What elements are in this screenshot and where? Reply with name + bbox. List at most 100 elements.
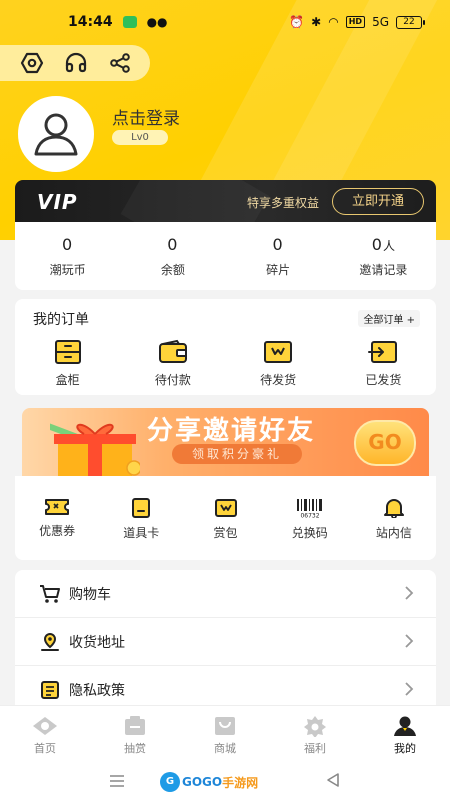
stat-label: 潮玩币	[49, 262, 86, 277]
tab-label: 我的	[394, 742, 416, 755]
alarm-icon: ⏰	[289, 15, 305, 29]
tab-home[interactable]: 首页	[0, 706, 90, 763]
bell-icon	[383, 499, 404, 518]
menu-label: 收货地址	[69, 634, 125, 651]
tab-shop[interactable]: 商城	[180, 706, 270, 763]
chevron-right-icon	[405, 634, 414, 648]
system-navigation-bar: G GOGO 手游网	[0, 763, 450, 800]
wifi-icon: ◠	[328, 15, 339, 29]
menu-item-privacy[interactable]: 隐私政策	[15, 666, 436, 710]
banner-go-button[interactable]: GO	[354, 420, 416, 466]
stat-coins[interactable]: 0 潮玩币	[15, 222, 120, 290]
stat-label: 余额	[160, 262, 185, 277]
order-label: 待付款	[154, 373, 191, 387]
login-link[interactable]: 点击登录	[112, 104, 180, 129]
shipped-icon	[368, 341, 398, 363]
back-triangle-icon[interactable]	[325, 772, 341, 788]
address-icon	[41, 632, 59, 651]
tool-label: 优惠券	[39, 524, 76, 538]
vip-card: VIP 特享多重权益 立即开通	[15, 180, 436, 222]
tab-label: 首页	[34, 742, 56, 755]
package-icon	[264, 341, 293, 363]
stat-value: 0	[62, 234, 73, 254]
bluetooth-icon: ✱	[311, 15, 322, 29]
watermark: G GOGO 手游网	[160, 769, 258, 795]
tool-redeem-code[interactable]: 06732 兑换码	[268, 476, 352, 560]
stat-balance[interactable]: 0 余额	[120, 222, 225, 290]
share-icon[interactable]	[105, 48, 135, 78]
vip-open-button[interactable]: 立即开通	[332, 188, 424, 215]
tool-label: 赏包	[213, 526, 238, 540]
tool-coupon[interactable]: 优惠券	[15, 476, 99, 560]
vip-slogan: 特享多重权益	[247, 196, 320, 210]
level-badge: Lv0	[112, 130, 168, 145]
order-label: 待发货	[260, 373, 297, 387]
tab-label: 商城	[214, 742, 236, 755]
recent-apps-icon[interactable]	[108, 773, 126, 789]
tool-reward-bag[interactable]: 赏包	[183, 476, 267, 560]
battery-icon: 22	[396, 15, 425, 29]
stat-label: 碎片	[266, 262, 291, 277]
avatar[interactable]	[18, 96, 94, 172]
home-icon	[33, 717, 57, 735]
policy-icon	[41, 680, 59, 699]
hd-icon: HD	[345, 16, 366, 28]
order-pending-payment[interactable]: 待付款	[120, 339, 225, 389]
watermark-text-suffix: 手游网	[222, 775, 259, 790]
header-tools	[0, 45, 150, 81]
order-pending-shipment[interactable]: 待发货	[226, 339, 331, 389]
order-label: 盒柜	[55, 373, 80, 387]
order-box-cabinet[interactable]: 盒柜	[15, 339, 120, 389]
headset-icon[interactable]	[61, 48, 91, 78]
stat-value: 0	[167, 234, 178, 254]
menu-label: 购物车	[69, 586, 111, 603]
stats-panel: 0 潮玩币 0 余额 0 碎片 0人 邀请记录	[15, 222, 436, 290]
coupon-icon	[45, 499, 70, 515]
reward-bag-icon	[214, 499, 237, 517]
avatar-placeholder-icon	[34, 113, 78, 156]
chevron-right-icon	[405, 682, 414, 696]
tab-profile[interactable]: 我的	[360, 706, 450, 763]
tab-label: 抽赏	[124, 742, 146, 755]
stat-label: 邀请记录	[359, 262, 408, 277]
orders-title: 我的订单	[33, 312, 89, 328]
box-cabinet-icon	[54, 340, 81, 364]
tab-label: 福利	[304, 742, 326, 755]
tool-label: 站内信	[375, 526, 412, 540]
bottom-tab-bar: 首页 抽赏 商城 福利 我的	[0, 705, 450, 763]
draw-icon	[125, 716, 145, 735]
watermark-logo-icon: G	[160, 772, 180, 792]
invite-friends-banner[interactable]: 分享邀请好友 领取积分豪礼 GO	[22, 408, 429, 476]
barcode-icon: 06732	[296, 499, 322, 519]
tab-benefits[interactable]: 福利	[270, 706, 360, 763]
status-time: 14:44	[68, 14, 113, 30]
stat-unit: 人	[382, 238, 395, 253]
vip-logo: VIP	[37, 190, 78, 214]
banner-subtitle: 领取积分豪礼	[172, 444, 302, 464]
menu-item-address[interactable]: 收货地址	[15, 618, 436, 666]
profile-icon	[394, 716, 416, 736]
menu-list: 购物车 收货地址 隐私政策	[15, 570, 436, 710]
wallet-icon	[158, 339, 187, 363]
menu-item-cart[interactable]: 购物车	[15, 570, 436, 618]
order-shipped[interactable]: 已发货	[331, 339, 436, 389]
barcode-number: 06732	[300, 513, 319, 519]
tool-inbox[interactable]: 站内信	[352, 476, 436, 560]
all-orders-link[interactable]: 全部订单 +	[358, 310, 420, 327]
benefit-icon	[304, 716, 326, 737]
order-label: 已发货	[365, 373, 402, 387]
app-notification-icon	[122, 16, 137, 28]
menu-label: 隐私政策	[69, 682, 125, 699]
stat-invites[interactable]: 0人 邀请记录	[331, 222, 436, 290]
gift-box-icon	[50, 423, 140, 476]
cart-icon	[40, 584, 60, 603]
banner-title: 分享邀请好友	[147, 416, 316, 446]
tab-draw[interactable]: 抽赏	[90, 706, 180, 763]
status-bar: 14:44 ●● ⏰ ✱ ◠ HD 5G 22	[0, 0, 450, 44]
tool-label: 道具卡	[123, 526, 160, 540]
settings-hexagon-icon[interactable]	[17, 48, 47, 78]
stat-fragments[interactable]: 0 碎片	[226, 222, 331, 290]
tool-item-card[interactable]: 道具卡	[99, 476, 183, 560]
tool-label: 兑换码	[291, 526, 328, 540]
watermark-text: GOGO	[182, 775, 223, 789]
